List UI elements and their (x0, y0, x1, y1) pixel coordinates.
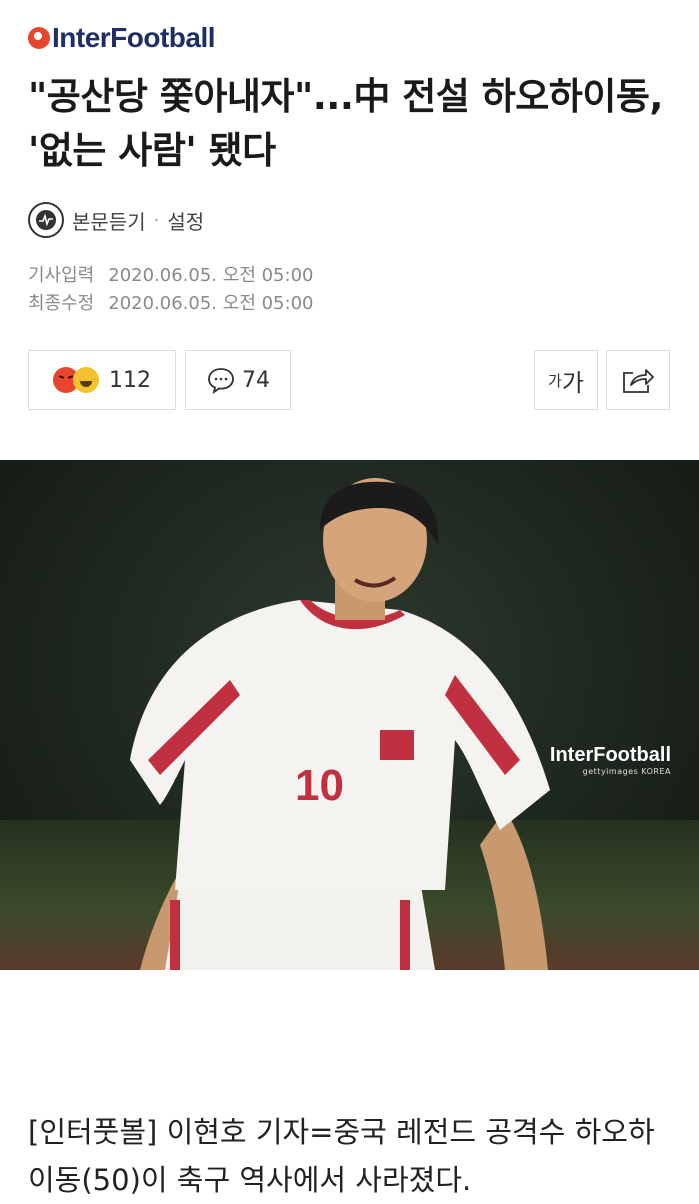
comment-count: 74 (242, 367, 270, 393)
published-label: 기사입력 (28, 265, 95, 286)
comment-button[interactable]: 74 (185, 350, 291, 410)
article-headline: "공산당 쫓아내자"...中 전설 하오하이동, '없는 사람' 됐다 (28, 75, 663, 172)
logo-text: InterFootball (52, 22, 216, 53)
comment-bubble-icon (208, 368, 234, 394)
listen-row: 본문듣기 · 설정 (28, 202, 204, 238)
separator-dot: · (153, 209, 160, 231)
photo-watermark: InterFootball gettyimages KOREA (550, 744, 671, 776)
share-button[interactable] (606, 350, 670, 410)
font-size-large-glyph: 가 (561, 368, 584, 397)
modified-time: 2020.06.05. 오전 05:00 (108, 293, 314, 314)
share-icon (623, 369, 654, 393)
published-time: 2020.06.05. 오전 05:00 (108, 265, 314, 286)
settings-link[interactable]: 설정 (167, 206, 204, 235)
reaction-count: 112 (109, 367, 151, 393)
listen-audio-icon[interactable] (28, 202, 64, 238)
logo-mark-icon (28, 27, 50, 49)
laugh-emoji-icon (73, 367, 99, 393)
article-photo: 10 (0, 460, 699, 970)
modified-label: 최종수정 (28, 293, 95, 314)
watermark-source: gettyimages KOREA (582, 767, 671, 776)
font-size-button[interactable]: 가가 (534, 350, 598, 410)
watermark-brand: InterFootball (549, 744, 671, 766)
modified-row: 최종수정 2020.06.05. 오전 05:00 (28, 290, 313, 318)
article-body: [인터풋볼] 이현호 기자=중국 레전드 공격수 하오하이동(50)이 축구 역… (28, 1115, 655, 1197)
article-meta: 기사입력 2020.06.05. 오전 05:00 최종수정 2020.06.05.… (28, 262, 313, 318)
reaction-button[interactable]: 112 (28, 350, 176, 410)
site-logo[interactable]: InterFootball (28, 20, 216, 56)
font-size-small-glyph: 가 (548, 371, 562, 390)
jersey-number: 10 (295, 761, 344, 810)
listen-button[interactable]: 본문듣기 (72, 206, 146, 235)
player-figure: 10 (130, 478, 550, 970)
published-row: 기사입력 2020.06.05. 오전 05:00 (28, 262, 313, 290)
